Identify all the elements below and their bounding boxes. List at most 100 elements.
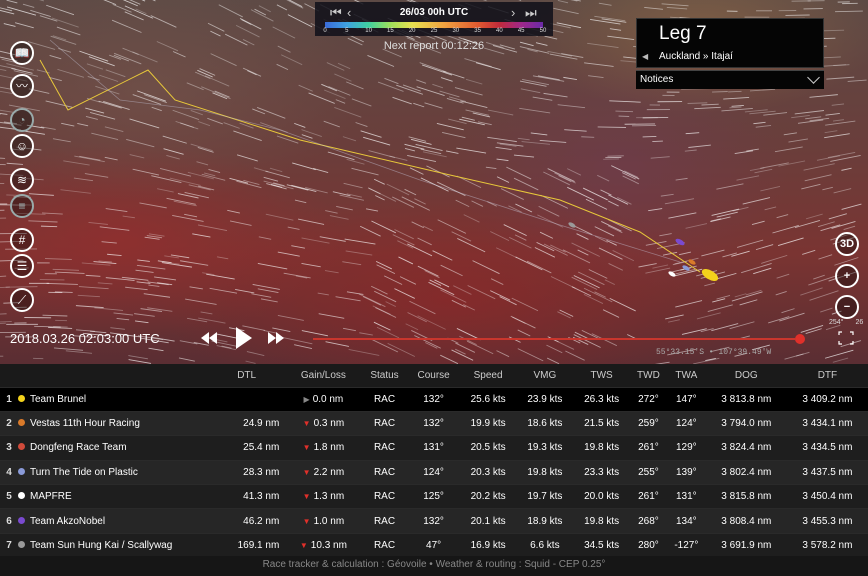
dog-cell: 3 691.9 nm [705,532,787,558]
column-header[interactable]: Status [361,364,408,387]
rewind-icon[interactable] [201,332,217,344]
loss-arrow-icon: ▼ [302,516,311,526]
team-name[interactable]: Team AkzoNobel [28,508,208,534]
list-icon[interactable]: ☰ [10,254,34,278]
loss-arrow-icon: ▼ [302,492,311,502]
team-name[interactable]: Team Brunel [28,386,208,412]
loss-arrow-icon: ▼ [302,467,311,477]
team-color-dot [14,386,28,412]
twa-cell: 131° [666,484,706,509]
zoom-out-icon[interactable]: − [835,295,859,319]
timeline-track[interactable] [313,338,796,340]
dog-cell: 3 824.4 nm [705,435,787,461]
tws-cell: 20.0 kts [573,484,630,509]
fullscreen-icon[interactable] [838,331,854,345]
tws-cell: 19.8 kts [573,508,630,534]
compass-icon[interactable]: ◔ [10,108,34,132]
table-row[interactable]: 4 Turn The Tide on Plastic 28.3 nm ▼ 2.2 nm R… [0,459,868,485]
next-icon[interactable]: › [511,5,515,20]
speed-cell: 16.9 kts [459,532,517,558]
leg-panel[interactable]: Leg 7 ◀ Auckland » Itajaí [636,18,824,68]
play-icon[interactable] [236,327,252,349]
gain-loss-cell: ▼ 0.3 nm [285,410,362,436]
leg-route: Auckland » Itajaí [659,51,733,62]
wind-icon[interactable]: ≋ [10,168,34,192]
team-name[interactable]: Turn The Tide on Plastic [28,459,208,485]
wind-scale-label: 25 [430,28,438,34]
table-row[interactable]: 1 Team Brunel ▶ 0.0 nm RAC 132° 25.6 kts 23.9 k… [0,386,868,412]
chevron-down-icon [807,71,820,84]
vmg-cell: 23.9 kts [516,386,574,412]
dog-cell: 3 815.8 nm [705,484,787,509]
cursor-coordinates: 55°33.15'S • 107°39.49'W [656,348,772,357]
fast-forward-icon[interactable] [268,332,284,344]
table-row[interactable]: 5 MAPFRE 41.3 nm ▼ 1.3 nm RAC 125° 20.2 kts 19.7… [0,484,868,509]
column-header[interactable]: Speed [459,364,517,387]
column-header-blank [28,364,208,387]
chart-icon[interactable]: ⟋ [10,288,34,312]
dtl-cell: 41.3 nm [208,484,286,509]
rank-cell: 3 [0,435,14,461]
3d-button[interactable]: 3D [835,232,859,256]
dog-cell: 3 813.8 nm [705,386,787,412]
speed-cell: 20.5 kts [459,435,517,461]
team-name[interactable]: Vestas 11th Hour Racing [28,410,208,436]
dtf-cell: 3 434.5 nm [786,435,868,461]
grid-icon[interactable]: # [10,228,34,252]
timeline-knob[interactable] [795,334,805,344]
wind-scale-label: 40 [496,28,503,34]
speed-cell: 25.6 kts [459,386,517,412]
twd-cell: 255° [629,459,667,485]
speed-cell: 20.2 kts [459,484,517,509]
column-header[interactable]: DTF [786,364,868,387]
column-header[interactable]: VMG [516,364,574,387]
gain-loss-value: 1.8 nm [313,442,345,454]
table-row[interactable]: 3 Dongfeng Race Team 25.4 nm ▼ 1.8 nm RAC 131°… [0,435,868,461]
vmg-cell: 19.7 kts [516,484,574,509]
dtl-cell [208,386,286,412]
vmg-cell: 18.6 kts [516,410,574,436]
twa-cell: -127° [666,532,706,558]
footer-credits: Race tracker & calculation : Géovoile • … [0,556,868,576]
layers-icon[interactable]: ≡ [10,194,34,218]
team-color-dot [14,410,28,436]
boat-marker[interactable] [674,237,685,246]
gain-loss-cell: ▼ 1.0 nm [285,508,362,534]
book-icon[interactable]: 📖 [10,41,34,65]
race-map[interactable]: 📖 〰 ◔ ☺ ≋ ≡ # ☰ ⟋ 3D + − ⏮ ‹ 26/03 00h U… [0,0,868,364]
skipper-icon[interactable]: ☺ [10,134,34,158]
gain-loss-value: 1.3 nm [313,491,345,503]
status-cell: RAC [361,410,408,436]
last-icon[interactable]: ⏭ [525,5,537,21]
dtf-cell: 3 455.3 nm [786,508,868,534]
column-header[interactable]: TWS [573,364,630,387]
table-row[interactable]: 2 Vestas 11th Hour Racing 24.9 nm ▼ 0.3 nm RA… [0,410,868,436]
notices-dropdown[interactable]: Notices [636,70,824,89]
column-header[interactable]: DOG [705,364,787,387]
table-row[interactable]: 6 Team AkzoNobel 46.2 nm ▼ 1.0 nm RAC 132° 20.1… [0,508,868,534]
gain-loss-value: 10.3 nm [310,540,347,552]
team-name[interactable]: MAPFRE [28,484,208,509]
column-header[interactable]: Gain/Loss [285,364,362,387]
gain-loss-cell: ▶ 0.0 nm [285,386,362,412]
speed-cell: 19.9 kts [459,410,517,436]
zoom-in-icon[interactable]: + [835,264,859,288]
twa-cell: 139° [666,459,706,485]
boat-marker[interactable] [700,267,720,284]
gain-loss-cell: ▼ 2.2 nm [285,459,362,485]
twd-cell: 268° [629,508,667,534]
rank-cell: 4 [0,459,14,485]
dtl-cell: 46.2 nm [208,508,286,534]
route-icon[interactable]: 〰 [10,74,34,98]
team-name[interactable]: Team Sun Hung Kai / Scallywag [28,532,208,558]
gain-loss-value: 0.0 nm [312,393,344,405]
column-header[interactable]: TWD [629,364,667,387]
column-header[interactable]: TWA [666,364,706,387]
dog-cell: 3 794.0 nm [705,410,787,436]
status-cell: RAC [361,532,408,558]
team-name[interactable]: Dongfeng Race Team [28,435,208,461]
column-header[interactable]: Course [407,364,460,387]
column-header[interactable]: DTL [208,364,286,387]
leg-prev-icon[interactable]: ◀ [642,52,648,61]
table-row[interactable]: 7 Team Sun Hung Kai / Scallywag 169.1 nm ▼ 1… [0,532,868,558]
